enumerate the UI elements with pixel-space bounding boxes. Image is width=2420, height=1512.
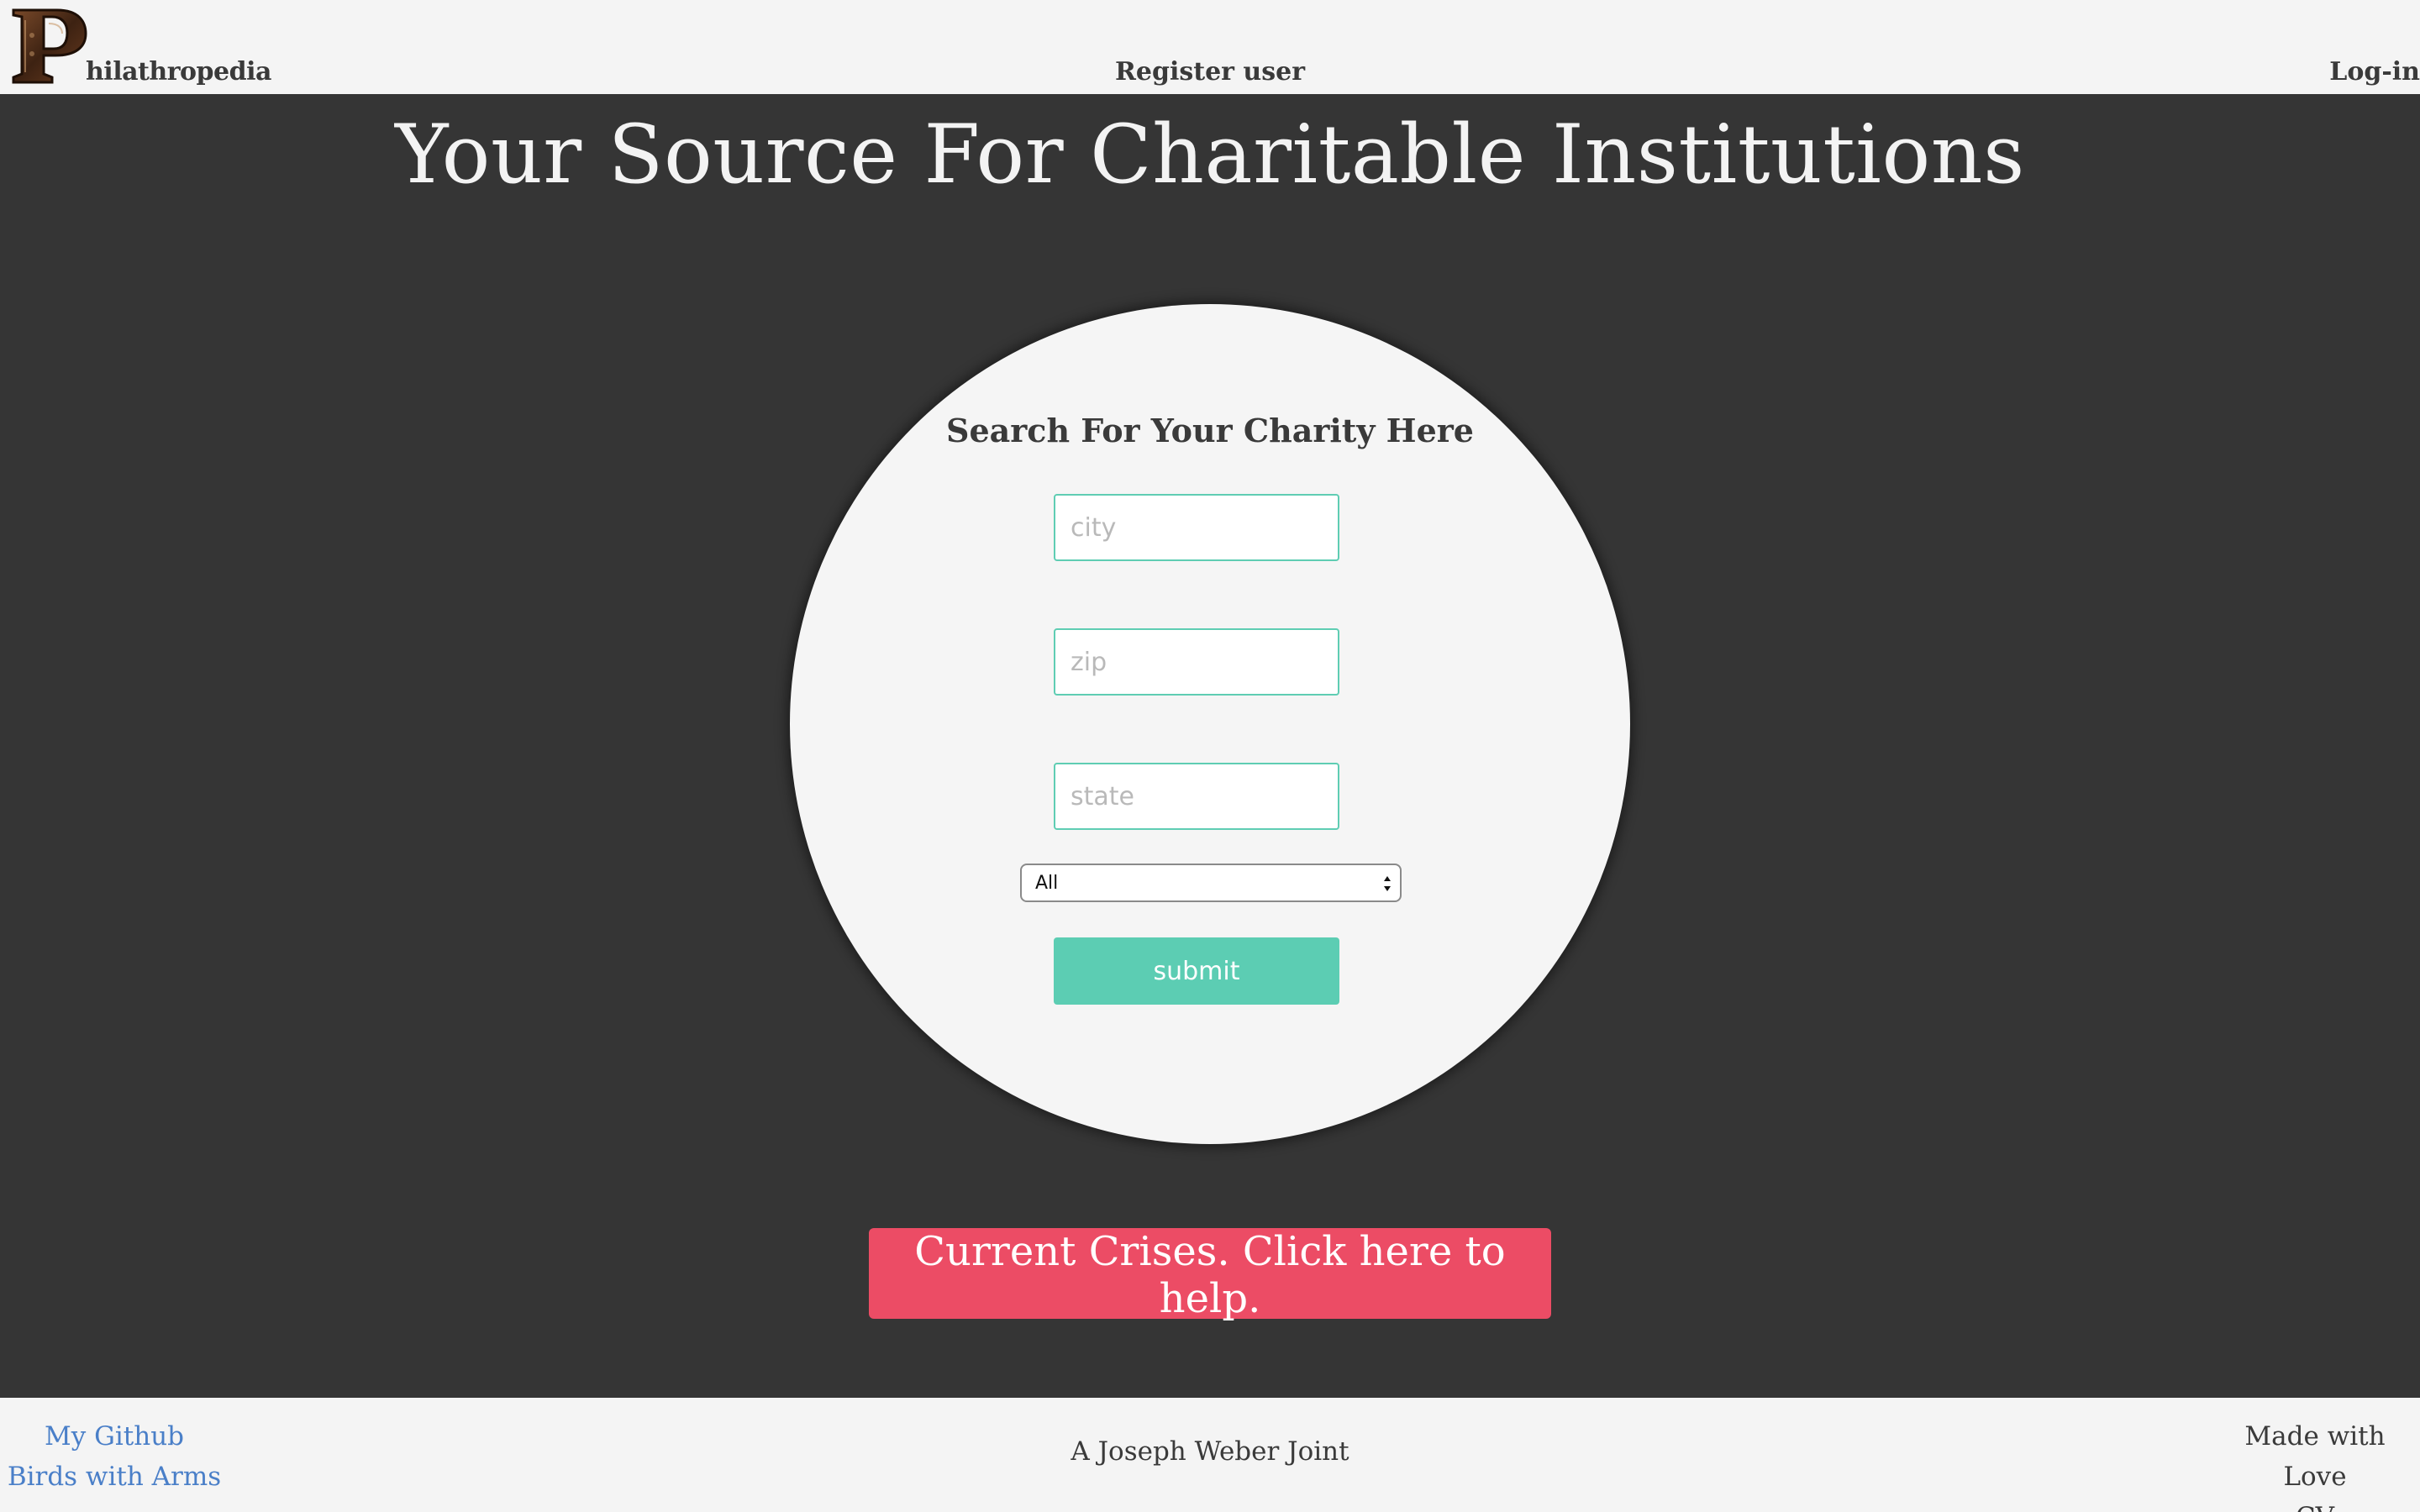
submit-button[interactable]: submit bbox=[1054, 937, 1339, 1005]
current-crises-button[interactable]: Current Crises. Click here to help. bbox=[869, 1228, 1551, 1322]
top-navbar: hilathropedia Register user Log-in bbox=[0, 0, 2420, 94]
category-select-value: All bbox=[1035, 872, 1059, 894]
state-input[interactable] bbox=[1054, 763, 1339, 830]
login-link[interactable]: Log-in bbox=[2329, 57, 2420, 87]
nav-register-container: Register user bbox=[0, 57, 2420, 87]
zip-input[interactable] bbox=[1054, 628, 1339, 696]
footer-credit: A Joseph Weber Joint bbox=[1071, 1436, 1349, 1467]
select-arrows-icon bbox=[1384, 876, 1391, 891]
page-title: Your Source For Charitable Institutions bbox=[395, 108, 2025, 202]
footer-right: Made with Love CV bbox=[2210, 1416, 2420, 1512]
made-with-love-text: Made with Love bbox=[2244, 1421, 2386, 1492]
city-input[interactable] bbox=[1054, 494, 1339, 561]
register-user-link[interactable]: Register user bbox=[1115, 57, 1305, 87]
search-heading: Search For Your Charity Here bbox=[946, 412, 1474, 449]
cv-link[interactable]: CV bbox=[2210, 1497, 2420, 1512]
category-select[interactable]: All bbox=[1020, 864, 1402, 902]
footer: My Github Birds with Arms A Joseph Weber… bbox=[0, 1398, 2420, 1512]
